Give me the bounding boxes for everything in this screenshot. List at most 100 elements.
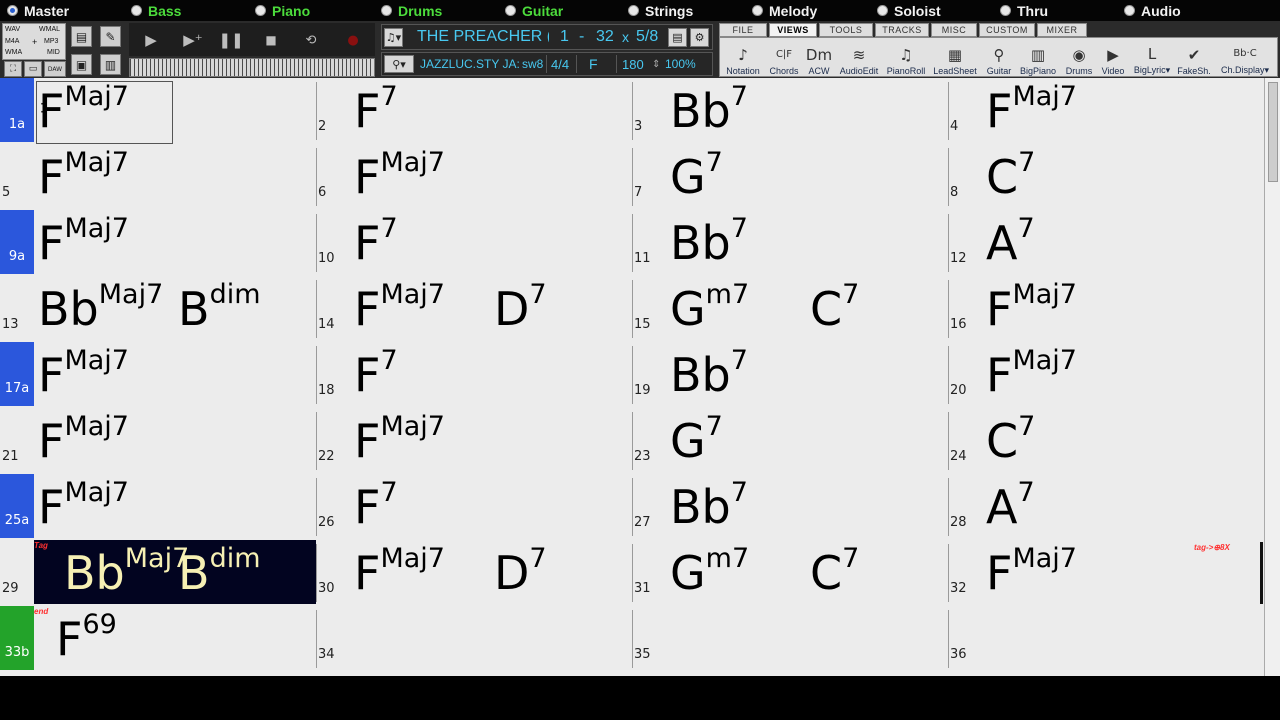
view-video-button[interactable]: ▶ Video <box>1098 40 1128 76</box>
bar-26[interactable]: 26 F7 <box>316 474 632 540</box>
style-search-icon[interactable]: ⚲▾ <box>384 55 414 73</box>
bar-31[interactable]: 31 Gm7 C7 <box>632 540 948 606</box>
track-radio-icon[interactable] <box>1124 5 1135 16</box>
view-pianoroll-button[interactable]: ♫ PianoRoll <box>884 40 928 76</box>
bar-12[interactable]: 12 A7 <box>948 210 1264 276</box>
track-bass[interactable]: Bass <box>131 2 181 19</box>
track-thru[interactable]: Thru <box>1000 2 1048 19</box>
daw-button[interactable]: DAW <box>44 61 66 77</box>
chord-symbol[interactable]: F7 <box>354 80 398 142</box>
record-icon[interactable]: ● <box>339 28 367 52</box>
bar-25a[interactable]: 25a FMaj7 <box>0 474 316 540</box>
track-radio-icon[interactable] <box>877 5 888 16</box>
tab-custom[interactable]: CUSTOM <box>979 23 1035 37</box>
chord-symbol[interactable]: FMaj7 <box>354 542 445 604</box>
chord-symbol[interactable]: Bb7 <box>670 476 748 538</box>
view-guitar-button[interactable]: ⚲ Guitar <box>984 40 1014 76</box>
bar-10[interactable]: 10 F7 <box>316 210 632 276</box>
track-radio-icon[interactable] <box>131 5 142 16</box>
song-title[interactable]: THE PREACHER ( <box>417 25 549 49</box>
track-radio-icon[interactable] <box>1000 5 1011 16</box>
chord-symbol[interactable]: FMaj7 <box>354 278 445 340</box>
bar-32[interactable]: 32 FMaj7 tag->⊕8X <box>948 540 1264 606</box>
bar-18[interactable]: 18 F7 <box>316 342 632 408</box>
pause-icon[interactable]: ❚❚ <box>217 28 245 52</box>
chord-symbol[interactable]: FMaj7 <box>38 212 129 274</box>
view-bigpiano-button[interactable]: ▥ BigPiano <box>1016 40 1060 76</box>
view-chdisplay-button[interactable]: Bb·C Ch.Display▾ <box>1214 40 1276 76</box>
chord-symbol[interactable]: FMaj7 <box>986 344 1077 406</box>
bar-14[interactable]: 14 FMaj7 D7 <box>316 276 632 342</box>
crop-icon[interactable]: ⛶ <box>4 61 22 77</box>
bar-3[interactable]: 3 Bb7 <box>632 78 948 144</box>
song-memo-icon[interactable]: ▤ <box>668 28 687 47</box>
view-acw-button[interactable]: Dm ACW <box>804 40 834 76</box>
bar-30[interactable]: 30 FMaj7 D7 <box>316 540 632 606</box>
bar-27[interactable]: 27 Bb7 <box>632 474 948 540</box>
chord-symbol[interactable]: Gm7 <box>670 278 749 340</box>
track-strings[interactable]: Strings <box>628 2 693 19</box>
chord-symbol[interactable]: D7 <box>494 542 547 604</box>
tab-misc[interactable]: MISC <box>931 23 977 37</box>
volume-percent[interactable]: 100% <box>665 53 696 75</box>
tab-tools[interactable]: TOOLS <box>819 23 873 37</box>
bar-7[interactable]: 7 G7 <box>632 144 948 210</box>
bar-8[interactable]: 8 C7 <box>948 144 1264 210</box>
bar-19[interactable]: 19 Bb7 <box>632 342 948 408</box>
view-chords-button[interactable]: C|F Chords <box>766 40 802 76</box>
bar-20[interactable]: 20 FMaj7 <box>948 342 1264 408</box>
track-guitar[interactable]: Guitar <box>505 2 563 19</box>
bar-33b[interactable]: 33b F69 end <box>0 606 316 672</box>
track-drums[interactable]: Drums <box>381 2 442 19</box>
view-biglyric-button[interactable]: L BigLyric▾ <box>1130 40 1174 76</box>
range-start[interactable]: 1 <box>560 25 569 49</box>
style-name[interactable]: JAZZLUC.STY JA: <box>420 53 519 75</box>
chord-symbol[interactable]: Bb7 <box>670 344 748 406</box>
bar-29[interactable]: 29 BbMaj7 Bdim Tag <box>0 540 316 606</box>
bar-36[interactable]: 36 <box>948 606 1264 672</box>
scrollbar-thumb[interactable] <box>1268 82 1278 182</box>
chord-symbol[interactable]: FMaj7 <box>986 542 1077 604</box>
range-end[interactable]: 32 <box>596 25 614 49</box>
chord-symbol[interactable]: FMaj7 <box>38 410 129 472</box>
settings-gear-icon[interactable]: ⚙ <box>690 28 709 47</box>
track-radio-icon[interactable] <box>752 5 763 16</box>
time-signature[interactable]: 4/4 <box>551 53 569 75</box>
play-icon[interactable]: ▶ <box>137 28 165 52</box>
tempo-stepper-icon[interactable]: ⇕ <box>652 53 660 75</box>
window-icon[interactable]: ▭ <box>24 61 42 77</box>
bar-17a[interactable]: 17a FMaj7 <box>0 342 316 408</box>
track-soloist[interactable]: Soloist <box>877 2 941 19</box>
chorus-count[interactable]: 5/8 <box>636 25 658 49</box>
play-from-icon[interactable]: ▶⁺ <box>179 28 207 52</box>
chord-symbol[interactable]: Gm7 <box>670 542 749 604</box>
view-fakesh-button[interactable]: ✔ FakeSh. <box>1176 40 1212 76</box>
track-radio-icon[interactable] <box>505 5 516 16</box>
chord-symbol[interactable]: F7 <box>354 212 398 274</box>
bar-13[interactable]: 13 BbMaj7 Bdim <box>0 276 316 342</box>
tempo-value[interactable]: 180 <box>622 53 644 75</box>
bar-16[interactable]: 16 FMaj7 <box>948 276 1264 342</box>
chord-symbol[interactable]: C7 <box>986 410 1035 472</box>
chord-symbol[interactable]: Bdim <box>178 278 261 340</box>
track-melody[interactable]: Melody <box>752 2 817 19</box>
chord-symbol[interactable]: A7 <box>986 476 1035 538</box>
chord-symbol[interactable]: FMaj7 <box>354 146 445 208</box>
bar-21[interactable]: 21 FMaj7 <box>0 408 316 474</box>
tab-views[interactable]: VIEWS <box>769 23 817 37</box>
chord-symbol[interactable]: C7 <box>810 542 859 604</box>
bar-22[interactable]: 22 FMaj7 <box>316 408 632 474</box>
vertical-scrollbar[interactable] <box>1264 78 1280 676</box>
bar-1a[interactable]: 1a FMaj7 · · <box>0 78 316 144</box>
bar-9a[interactable]: 9a FMaj7 <box>0 210 316 276</box>
chord-symbol[interactable]: G7 <box>670 410 723 472</box>
chord-symbol[interactable]: Bb7 <box>670 212 748 274</box>
bar-35[interactable]: 35 <box>632 606 948 672</box>
chord-symbol[interactable]: FMaj7 <box>38 476 129 538</box>
track-master[interactable]: Master <box>7 2 69 19</box>
track-piano[interactable]: Piano <box>255 2 310 19</box>
chord-symbol[interactable]: G7 <box>670 146 723 208</box>
edit-song-icon[interactable]: ✎ <box>100 26 121 47</box>
chord-symbol[interactable]: FMaj7 <box>986 278 1077 340</box>
view-audioedit-button[interactable]: ≋ AudioEdit <box>836 40 882 76</box>
